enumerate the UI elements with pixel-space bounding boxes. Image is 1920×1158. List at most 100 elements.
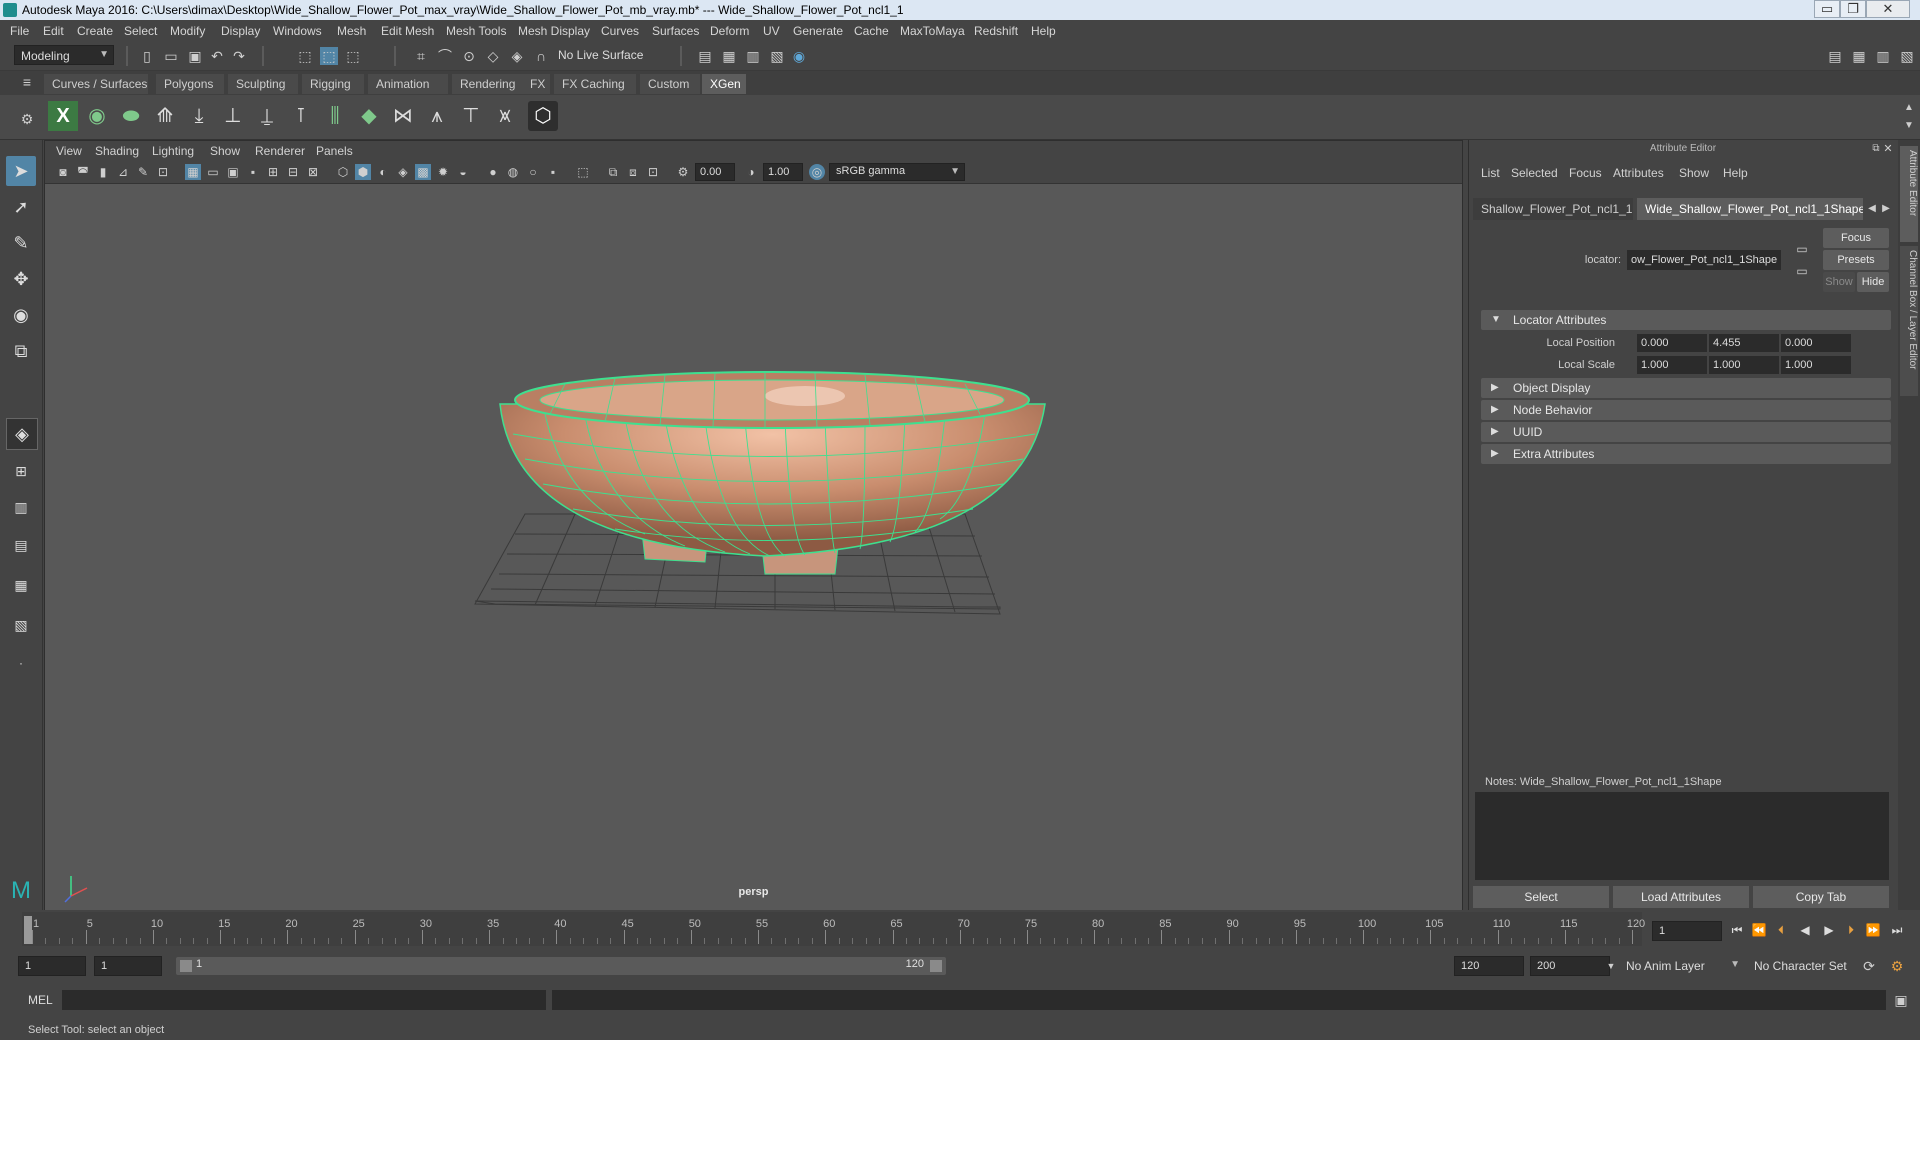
hypershade-layout-icon[interactable]: ▧: [6, 610, 36, 640]
xray-icon[interactable]: ⧉: [605, 164, 621, 180]
ae-menu-focus[interactable]: Focus: [1569, 166, 1602, 180]
goto-output-icon[interactable]: ▭: [1793, 262, 1811, 280]
menu-maxtomaya[interactable]: MaxToMaya: [900, 24, 965, 38]
character-set-dropdown[interactable]: No Character Set: [1748, 956, 1866, 976]
safe-action-icon[interactable]: ⊟: [285, 164, 301, 180]
step-forward-key-icon[interactable]: ⏵: [1842, 922, 1860, 938]
viewport-menu-show[interactable]: Show: [210, 144, 240, 158]
xgen-lock-icon[interactable]: ⊺: [286, 101, 316, 131]
graph-editor-layout-icon[interactable]: ▦: [6, 570, 36, 600]
step-forward-frame-icon[interactable]: ⏩: [1864, 922, 1882, 938]
wireframe-on-shaded-icon[interactable]: ◈: [395, 164, 411, 180]
menu-surfaces[interactable]: Surfaces: [652, 24, 699, 38]
default-material-icon[interactable]: ◐: [375, 164, 391, 180]
tab-xgen[interactable]: XGen: [702, 74, 746, 94]
end-time-field[interactable]: 200: [1530, 956, 1610, 976]
xgen-hex-icon[interactable]: ⬡: [528, 101, 558, 131]
ae-menu-selected[interactable]: Selected: [1511, 166, 1558, 180]
ae-menu-help[interactable]: Help: [1723, 166, 1748, 180]
menu-cache[interactable]: Cache: [854, 24, 889, 38]
ae-menu-list[interactable]: List: [1481, 166, 1500, 180]
xgen-primitive-icon[interactable]: ⬬: [116, 101, 146, 131]
more-layouts-icon[interactable]: ·: [6, 648, 36, 678]
menu-help[interactable]: Help: [1031, 24, 1056, 38]
xgen-preview-icon[interactable]: ◉: [82, 101, 112, 131]
lasso-tool-icon[interactable]: ➚: [6, 192, 36, 222]
auto-key-icon[interactable]: ⟳: [1860, 957, 1878, 975]
shelf-scroll-down-icon[interactable]: ▼: [1900, 117, 1918, 135]
menu-create[interactable]: Create: [77, 24, 113, 38]
ae-menu-show[interactable]: Show: [1679, 166, 1709, 180]
xray-joints-icon[interactable]: ⧈: [625, 164, 641, 180]
goto-input-icon[interactable]: ▭: [1793, 240, 1811, 258]
menu-windows[interactable]: Windows: [273, 24, 322, 38]
tab-custom[interactable]: Custom: [640, 74, 700, 94]
focus-button[interactable]: Focus: [1823, 228, 1889, 248]
presets-button[interactable]: Presets: [1823, 250, 1889, 270]
render-settings-icon[interactable]: ▤: [696, 47, 714, 65]
camera-icon[interactable]: ◙: [55, 164, 71, 180]
chevron-down-icon[interactable]: ▼: [1602, 957, 1620, 975]
safe-title-icon[interactable]: ⊠: [305, 164, 321, 180]
shelf-scroll-up-icon[interactable]: ▲: [1900, 99, 1918, 117]
menu-file[interactable]: File: [10, 24, 29, 38]
screen-space-ao-icon[interactable]: ●: [485, 164, 501, 180]
tab-fx-caching[interactable]: FX Caching: [554, 74, 636, 94]
range-end-handle[interactable]: [930, 960, 942, 972]
local-scale-x[interactable]: 1.000: [1637, 356, 1707, 374]
motion-blur-icon[interactable]: ◍: [505, 164, 521, 180]
attribute-editor-tab[interactable]: Attribute Editor: [1900, 146, 1918, 242]
menu-edit-mesh[interactable]: Edit Mesh: [381, 24, 434, 38]
viewport-menu-lighting[interactable]: Lighting: [152, 144, 194, 158]
snap-grid-icon[interactable]: ⌗: [412, 47, 430, 65]
xgen-grass-icon[interactable]: ⫼: [320, 101, 350, 131]
time-ruler[interactable]: 1 5 10 15 20 25 30 35 40 45 50 55 60 65 70 75 80 85 90 95 10…: [22, 912, 1645, 946]
image-plane-icon[interactable]: ⊿: [115, 164, 131, 180]
bookmark-icon[interactable]: ▮: [95, 164, 111, 180]
copy-tab-button[interactable]: Copy Tab: [1753, 886, 1889, 908]
film-gate-icon[interactable]: ▭: [205, 164, 221, 180]
exposure-field[interactable]: 0.00: [695, 163, 735, 181]
shelf-options-icon[interactable]: ⚙: [18, 110, 36, 128]
tab-animation[interactable]: Animation: [368, 74, 448, 94]
color-space-dropdown[interactable]: sRGB gamma ▼: [829, 163, 965, 181]
menu-curves[interactable]: Curves: [601, 24, 639, 38]
menu-edit[interactable]: Edit: [43, 24, 64, 38]
close-button[interactable]: ✕: [1866, 0, 1910, 18]
playback-start-field[interactable]: 1: [94, 956, 162, 976]
ae-menu-attributes[interactable]: Attributes: [1613, 166, 1664, 180]
render-frame-icon[interactable]: ▦: [720, 47, 738, 65]
play-backwards-icon[interactable]: ◀: [1796, 922, 1814, 938]
tab-scroll-right-icon[interactable]: ▶: [1877, 200, 1895, 218]
textured-icon[interactable]: ▩: [415, 164, 431, 180]
scale-tool-icon[interactable]: ⧉: [6, 336, 36, 366]
menu-modify[interactable]: Modify: [170, 24, 205, 38]
outliner-layout-icon[interactable]: ▤: [6, 530, 36, 560]
xgen-guide-icon[interactable]: ⟰: [150, 101, 180, 131]
gamma-field[interactable]: 1.00: [763, 163, 803, 181]
isolate-select-icon[interactable]: ⬚: [575, 164, 591, 180]
new-scene-icon[interactable]: ▯: [138, 47, 156, 65]
local-position-x[interactable]: 0.000: [1637, 334, 1707, 352]
anti-aliasing-icon[interactable]: ○: [525, 164, 541, 180]
section-extra-attributes[interactable]: ▶ Extra Attributes: [1481, 444, 1891, 464]
channel-box-tab[interactable]: Channel Box / Layer Editor: [1900, 246, 1918, 396]
menu-generate[interactable]: Generate: [793, 24, 843, 38]
anim-layer-dropdown[interactable]: No Anim Layer ▼: [1620, 956, 1744, 976]
local-position-z[interactable]: 0.000: [1781, 334, 1851, 352]
tab-rigging[interactable]: Rigging: [302, 74, 364, 94]
script-language-label[interactable]: MEL: [28, 993, 53, 1007]
gamma-icon[interactable]: ◑: [743, 164, 759, 180]
tab-polygons[interactable]: Polygons: [156, 74, 224, 94]
xgen-clump-icon[interactable]: ⋈: [388, 101, 418, 131]
minimize-button[interactable]: ▭: [1814, 0, 1840, 18]
play-forwards-icon[interactable]: ▶: [1820, 922, 1838, 938]
side-by-side-layout-icon[interactable]: ▥: [6, 492, 36, 522]
current-time-marker[interactable]: [24, 916, 32, 944]
tab-sculpting[interactable]: Sculpting: [228, 74, 298, 94]
ipr-render-icon[interactable]: ▥: [744, 47, 762, 65]
local-scale-z[interactable]: 1.000: [1781, 356, 1851, 374]
grid-icon[interactable]: ▦: [185, 164, 201, 180]
command-input[interactable]: [62, 990, 546, 1010]
select-object-icon[interactable]: ⬚: [320, 47, 338, 65]
